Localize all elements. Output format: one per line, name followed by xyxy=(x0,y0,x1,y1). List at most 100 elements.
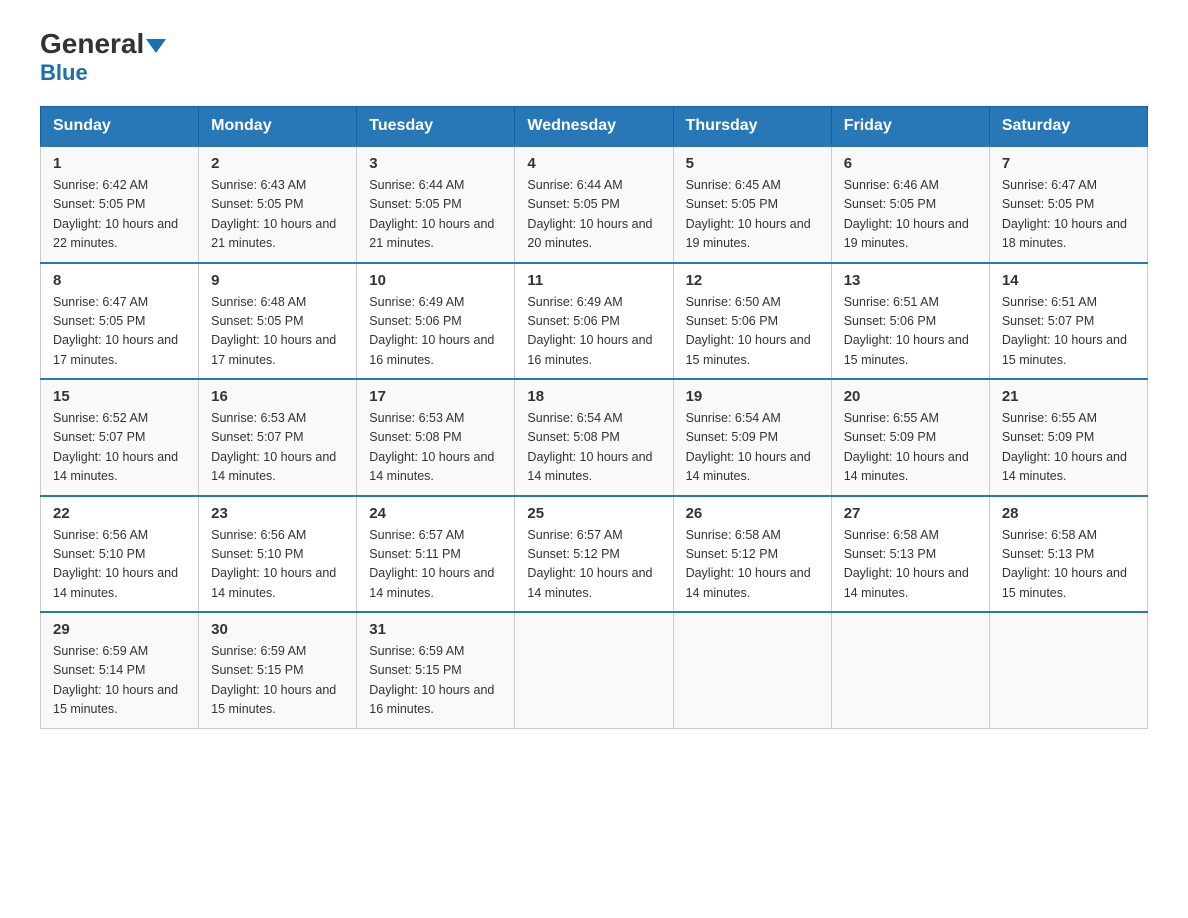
weekday-header-saturday: Saturday xyxy=(989,107,1147,147)
calendar-empty-cell xyxy=(673,612,831,728)
day-info: Sunrise: 6:58 AMSunset: 5:13 PMDaylight:… xyxy=(1002,526,1135,604)
day-number: 14 xyxy=(1002,272,1135,289)
calendar-day-cell: 16 Sunrise: 6:53 AMSunset: 5:07 PMDayligh… xyxy=(199,379,357,496)
weekday-header-sunday: Sunday xyxy=(41,107,199,147)
page-header: General Blue xyxy=(40,30,1148,86)
calendar-day-cell: 13 Sunrise: 6:51 AMSunset: 5:06 PMDayligh… xyxy=(831,263,989,380)
calendar-day-cell: 26 Sunrise: 6:58 AMSunset: 5:12 PMDayligh… xyxy=(673,496,831,613)
calendar-day-cell: 11 Sunrise: 6:49 AMSunset: 5:06 PMDayligh… xyxy=(515,263,673,380)
calendar-day-cell: 17Sunrise: 6:53 AMSunset: 5:08 PMDayligh… xyxy=(357,379,515,496)
day-info: Sunrise: 6:54 AMSunset: 5:09 PMDaylight:… xyxy=(686,409,819,487)
day-number: 28 xyxy=(1002,505,1135,522)
day-info: Sunrise: 6:53 AMSunset: 5:07 PMDaylight:… xyxy=(211,409,344,487)
day-info: Sunrise: 6:55 AMSunset: 5:09 PMDaylight:… xyxy=(1002,409,1135,487)
calendar-week-row: 1Sunrise: 6:42 AMSunset: 5:05 PMDaylight… xyxy=(41,146,1148,263)
day-number: 12 xyxy=(686,272,819,289)
day-number: 27 xyxy=(844,505,977,522)
weekday-header-tuesday: Tuesday xyxy=(357,107,515,147)
day-info: Sunrise: 6:47 AMSunset: 5:05 PMDaylight:… xyxy=(53,293,186,371)
day-info: Sunrise: 6:43 AMSunset: 5:05 PMDaylight:… xyxy=(211,176,344,254)
day-info: Sunrise: 6:44 AMSunset: 5:05 PMDaylight:… xyxy=(369,176,502,254)
day-info: Sunrise: 6:47 AMSunset: 5:05 PMDaylight:… xyxy=(1002,176,1135,254)
day-info: Sunrise: 6:50 AMSunset: 5:06 PMDaylight:… xyxy=(686,293,819,371)
day-number: 1 xyxy=(53,155,186,172)
day-number: 29 xyxy=(53,621,186,638)
calendar-empty-cell xyxy=(831,612,989,728)
calendar-day-cell: 2 Sunrise: 6:43 AMSunset: 5:05 PMDaylight… xyxy=(199,146,357,263)
day-info: Sunrise: 6:46 AMSunset: 5:05 PMDaylight:… xyxy=(844,176,977,254)
day-number: 7 xyxy=(1002,155,1135,172)
day-info: Sunrise: 6:57 AMSunset: 5:11 PMDaylight:… xyxy=(369,526,502,604)
calendar-day-cell: 8 Sunrise: 6:47 AMSunset: 5:05 PMDaylight… xyxy=(41,263,199,380)
day-number: 5 xyxy=(686,155,819,172)
logo-subtext: Blue xyxy=(40,60,88,86)
calendar-day-cell: 3Sunrise: 6:44 AMSunset: 5:05 PMDaylight… xyxy=(357,146,515,263)
day-number: 26 xyxy=(686,505,819,522)
calendar-empty-cell xyxy=(515,612,673,728)
calendar-day-cell: 6 Sunrise: 6:46 AMSunset: 5:05 PMDaylight… xyxy=(831,146,989,263)
day-info: Sunrise: 6:51 AMSunset: 5:06 PMDaylight:… xyxy=(844,293,977,371)
day-info: Sunrise: 6:49 AMSunset: 5:06 PMDaylight:… xyxy=(369,293,502,371)
calendar-day-cell: 15 Sunrise: 6:52 AMSunset: 5:07 PMDayligh… xyxy=(41,379,199,496)
calendar-day-cell: 7 Sunrise: 6:47 AMSunset: 5:05 PMDaylight… xyxy=(989,146,1147,263)
weekday-header-thursday: Thursday xyxy=(673,107,831,147)
day-number: 16 xyxy=(211,388,344,405)
day-number: 24 xyxy=(369,505,502,522)
day-number: 2 xyxy=(211,155,344,172)
calendar-day-cell: 29 Sunrise: 6:59 AMSunset: 5:14 PMDayligh… xyxy=(41,612,199,728)
calendar-day-cell: 12 Sunrise: 6:50 AMSunset: 5:06 PMDayligh… xyxy=(673,263,831,380)
day-info: Sunrise: 6:52 AMSunset: 5:07 PMDaylight:… xyxy=(53,409,186,487)
day-number: 30 xyxy=(211,621,344,638)
day-number: 25 xyxy=(527,505,660,522)
calendar-day-cell: 21 Sunrise: 6:55 AMSunset: 5:09 PMDayligh… xyxy=(989,379,1147,496)
day-info: Sunrise: 6:58 AMSunset: 5:12 PMDaylight:… xyxy=(686,526,819,604)
calendar-day-cell: 14 Sunrise: 6:51 AMSunset: 5:07 PMDayligh… xyxy=(989,263,1147,380)
day-number: 8 xyxy=(53,272,186,289)
calendar-day-cell: 28 Sunrise: 6:58 AMSunset: 5:13 PMDayligh… xyxy=(989,496,1147,613)
calendar-week-row: 29 Sunrise: 6:59 AMSunset: 5:14 PMDayligh… xyxy=(41,612,1148,728)
day-number: 21 xyxy=(1002,388,1135,405)
calendar-day-cell: 5Sunrise: 6:45 AMSunset: 5:05 PMDaylight… xyxy=(673,146,831,263)
day-info: Sunrise: 6:57 AMSunset: 5:12 PMDaylight:… xyxy=(527,526,660,604)
calendar-day-cell: 23Sunrise: 6:56 AMSunset: 5:10 PMDayligh… xyxy=(199,496,357,613)
day-info: Sunrise: 6:49 AMSunset: 5:06 PMDaylight:… xyxy=(527,293,660,371)
day-number: 4 xyxy=(527,155,660,172)
day-number: 22 xyxy=(53,505,186,522)
calendar-day-cell: 24 Sunrise: 6:57 AMSunset: 5:11 PMDayligh… xyxy=(357,496,515,613)
calendar-day-cell: 4 Sunrise: 6:44 AMSunset: 5:05 PMDaylight… xyxy=(515,146,673,263)
day-number: 10 xyxy=(369,272,502,289)
day-info: Sunrise: 6:58 AMSunset: 5:13 PMDaylight:… xyxy=(844,526,977,604)
logo: General Blue xyxy=(40,30,166,86)
day-number: 13 xyxy=(844,272,977,289)
day-number: 20 xyxy=(844,388,977,405)
calendar-day-cell: 19 Sunrise: 6:54 AMSunset: 5:09 PMDayligh… xyxy=(673,379,831,496)
calendar-day-cell: 10 Sunrise: 6:49 AMSunset: 5:06 PMDayligh… xyxy=(357,263,515,380)
day-number: 18 xyxy=(527,388,660,405)
calendar-day-cell: 25 Sunrise: 6:57 AMSunset: 5:12 PMDayligh… xyxy=(515,496,673,613)
day-info: Sunrise: 6:51 AMSunset: 5:07 PMDaylight:… xyxy=(1002,293,1135,371)
calendar-day-cell: 22Sunrise: 6:56 AMSunset: 5:10 PMDayligh… xyxy=(41,496,199,613)
calendar-day-cell: 27 Sunrise: 6:58 AMSunset: 5:13 PMDayligh… xyxy=(831,496,989,613)
logo-triangle-icon xyxy=(146,39,166,53)
weekday-header-friday: Friday xyxy=(831,107,989,147)
logo-text: General xyxy=(40,30,166,58)
day-info: Sunrise: 6:56 AMSunset: 5:10 PMDaylight:… xyxy=(211,526,344,604)
calendar-day-cell: 18Sunrise: 6:54 AMSunset: 5:08 PMDayligh… xyxy=(515,379,673,496)
day-number: 19 xyxy=(686,388,819,405)
day-number: 6 xyxy=(844,155,977,172)
calendar-day-cell: 31Sunrise: 6:59 AMSunset: 5:15 PMDayligh… xyxy=(357,612,515,728)
weekday-header-wednesday: Wednesday xyxy=(515,107,673,147)
weekday-header-monday: Monday xyxy=(199,107,357,147)
calendar-day-cell: 9 Sunrise: 6:48 AMSunset: 5:05 PMDaylight… xyxy=(199,263,357,380)
day-info: Sunrise: 6:48 AMSunset: 5:05 PMDaylight:… xyxy=(211,293,344,371)
calendar-day-cell: 20Sunrise: 6:55 AMSunset: 5:09 PMDayligh… xyxy=(831,379,989,496)
day-info: Sunrise: 6:53 AMSunset: 5:08 PMDaylight:… xyxy=(369,409,502,487)
day-info: Sunrise: 6:59 AMSunset: 5:14 PMDaylight:… xyxy=(53,642,186,720)
calendar-day-cell: 1Sunrise: 6:42 AMSunset: 5:05 PMDaylight… xyxy=(41,146,199,263)
day-number: 9 xyxy=(211,272,344,289)
day-number: 15 xyxy=(53,388,186,405)
day-info: Sunrise: 6:44 AMSunset: 5:05 PMDaylight:… xyxy=(527,176,660,254)
calendar-week-row: 15 Sunrise: 6:52 AMSunset: 5:07 PMDayligh… xyxy=(41,379,1148,496)
day-number: 11 xyxy=(527,272,660,289)
calendar-empty-cell xyxy=(989,612,1147,728)
